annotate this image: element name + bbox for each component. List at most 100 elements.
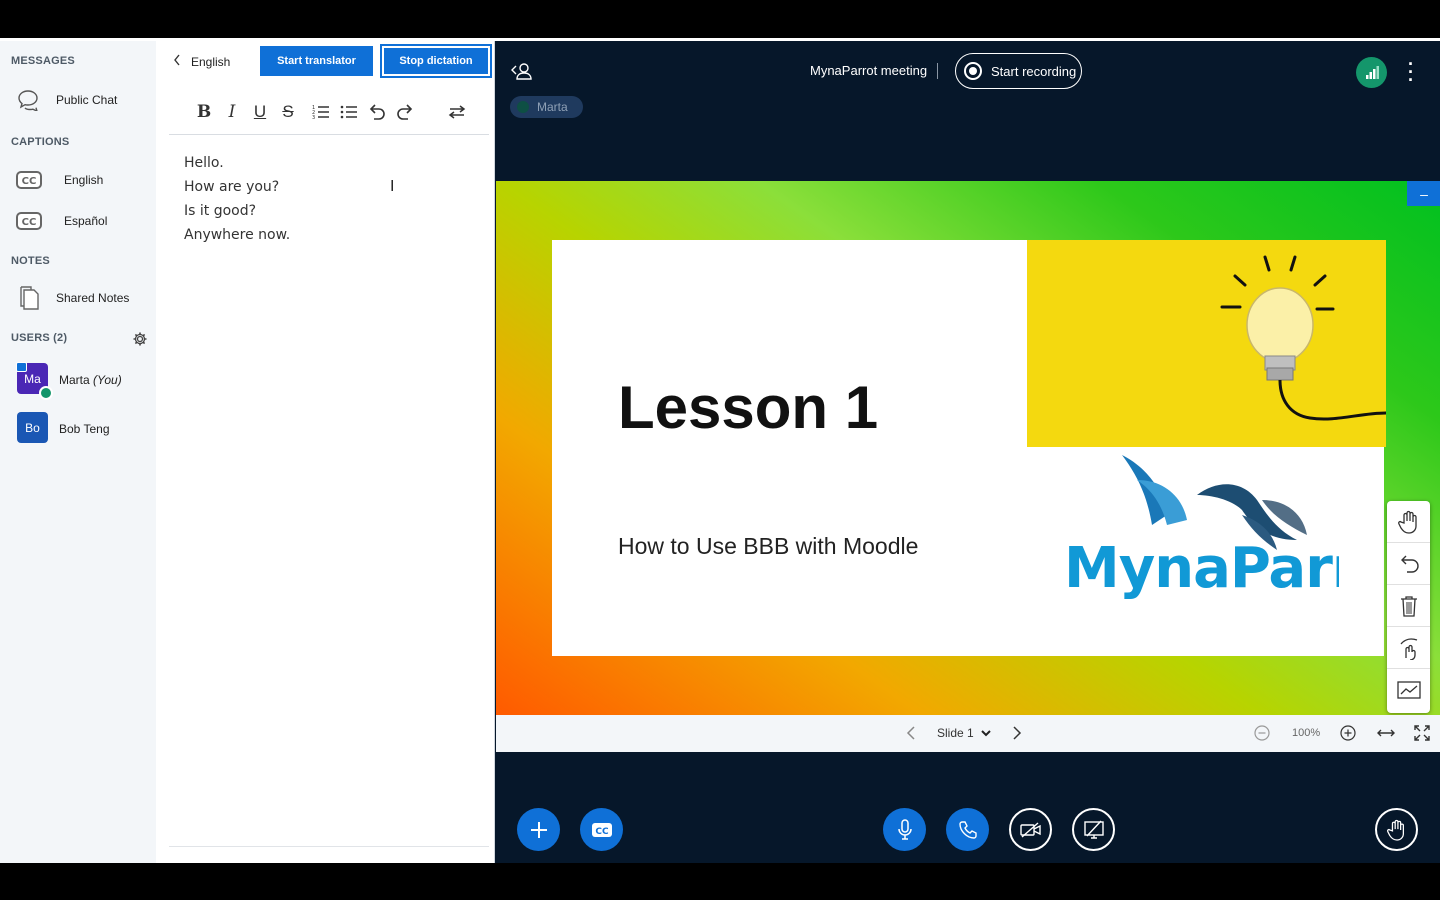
start-translator-button[interactable]: Start translator <box>260 46 373 76</box>
avatar: Bo <box>17 412 48 443</box>
phone-button[interactable] <box>946 808 989 851</box>
sidebar-item-shared-notes[interactable]: Shared Notes <box>0 281 156 315</box>
you-suffix: (You) <box>93 373 122 387</box>
editor-footer-divider <box>169 846 489 847</box>
avatar-initials: Ma <box>24 371 41 386</box>
svg-text:CC: CC <box>595 827 609 837</box>
ordered-list-icon[interactable]: 123 <box>309 100 333 124</box>
microphone-button[interactable] <box>883 808 926 851</box>
lightbulb-icon <box>1220 255 1386 421</box>
lightbulb-image <box>1027 240 1386 447</box>
previous-slide-icon[interactable] <box>906 725 916 744</box>
hand-tool-icon[interactable] <box>1387 501 1430 543</box>
shared-notes-label: Shared Notes <box>56 291 130 305</box>
record-label: Start recording <box>991 64 1077 79</box>
hand-icon <box>1386 819 1404 841</box>
camera-button[interactable] <box>1009 808 1052 851</box>
whiteboard-icon[interactable] <box>1387 669 1430 711</box>
plus-icon <box>530 821 547 838</box>
slide-select[interactable]: Slide 1 <box>937 726 991 740</box>
svg-text:CC: CC <box>22 176 37 187</box>
minimize-presentation-button[interactable]: – <box>1407 181 1440 206</box>
fit-width-icon[interactable] <box>1377 725 1395 744</box>
editor-line: How are you? <box>184 179 280 195</box>
sidebar-item-caption-espanol[interactable]: CC Español <box>0 204 156 238</box>
slide-controls-bar: Slide 1 100% <box>496 715 1440 752</box>
zoom-level: 100% <box>1292 727 1321 739</box>
slide-subtitle: How to Use BBB with Moodle <box>618 533 919 559</box>
captions-notes-panel: English Start translator Stop dictation … <box>156 41 495 863</box>
gear-icon[interactable] <box>132 331 148 347</box>
swap-icon[interactable] <box>445 100 469 124</box>
meeting-title: MynaParrot meeting <box>810 63 928 78</box>
italic-icon[interactable]: I <box>220 100 244 124</box>
svg-text:CC: CC <box>22 217 37 228</box>
messages-title: MESSAGES <box>11 55 75 67</box>
microphone-icon <box>39 386 53 400</box>
bold-icon[interactable]: B <box>192 100 216 124</box>
bullet-list-icon[interactable] <box>337 100 361 124</box>
notes-title: NOTES <box>11 255 50 267</box>
captions-title: CAPTIONS <box>11 136 70 148</box>
undo-annotation-icon[interactable] <box>1387 543 1430 585</box>
back-button[interactable]: English <box>173 54 230 69</box>
strikethrough-icon[interactable]: S <box>276 100 300 124</box>
connection-status-button[interactable] <box>1356 57 1387 88</box>
users-toggle-icon[interactable] <box>511 61 533 81</box>
annotation-toolbar <box>1387 501 1430 713</box>
caption-espanol-label: Español <box>64 214 108 228</box>
document-icon <box>16 286 42 310</box>
main-presentation-area: MynaParrot meeting Start recording · · · M… <box>495 41 1440 863</box>
captions-button[interactable]: CC <box>580 808 623 851</box>
zoom-in-icon[interactable] <box>1340 725 1356 744</box>
presentation-slide: – Lesson 1 How to Use BBB with Moodle My… <box>496 181 1440 715</box>
users-title: USERS (2) <box>11 332 68 344</box>
notes-editor[interactable]: Hello. How are you? Is it good? Anywhere… <box>184 151 290 247</box>
chat-icon <box>16 89 42 111</box>
user-item-bob[interactable]: Bo Bob Teng <box>0 409 156 449</box>
trash-icon[interactable] <box>1387 585 1430 627</box>
caption-english-label: English <box>64 173 104 187</box>
public-chat-label: Public Chat <box>56 93 118 107</box>
slide-content: Lesson 1 How to Use BBB with Moodle Myna… <box>552 240 1386 656</box>
user-name: Marta <box>59 373 90 387</box>
user-name: Bob Teng <box>59 422 110 436</box>
editor-line: Anywhere now. <box>184 227 291 243</box>
video-off-icon <box>1019 821 1041 838</box>
sidebar-item-caption-english[interactable]: CC English <box>0 163 156 197</box>
text-cursor-icon: I <box>390 178 395 195</box>
next-slide-icon[interactable] <box>1012 725 1022 744</box>
screenshare-off-icon <box>1083 820 1104 839</box>
zoom-out-icon[interactable] <box>1254 725 1270 744</box>
phone-icon <box>958 820 977 839</box>
microphone-icon <box>897 818 912 840</box>
more-options-icon[interactable]: · · · <box>1407 55 1415 89</box>
title-separator <box>937 63 938 79</box>
user-item-marta[interactable]: Ma Marta (You) <box>0 359 156 400</box>
underline-icon[interactable]: U <box>248 100 272 124</box>
undo-icon[interactable] <box>365 100 389 124</box>
editor-line: Is it good? <box>184 203 257 219</box>
editor-line: Hello. <box>184 155 224 171</box>
slide-label: Slide 1 <box>937 726 974 740</box>
left-sidebar: MESSAGES Public Chat CAPTIONS CC English… <box>0 41 156 863</box>
back-label: English <box>191 54 231 69</box>
fullscreen-icon[interactable] <box>1414 725 1430 744</box>
screenshare-button[interactable] <box>1072 808 1115 851</box>
redo-icon[interactable] <box>393 100 417 124</box>
slide-title: Lesson 1 <box>618 374 879 441</box>
talking-indicator: Marta <box>510 96 583 118</box>
chevron-left-icon <box>173 54 181 69</box>
closed-caption-icon: CC <box>591 822 612 837</box>
closed-caption-icon: CC <box>16 169 42 191</box>
raise-hand-button[interactable] <box>1375 808 1418 851</box>
start-recording-button[interactable]: Start recording <box>955 53 1082 89</box>
sidebar-item-public-chat[interactable]: Public Chat <box>0 83 156 117</box>
talking-dot <box>517 101 529 113</box>
actions-plus-button[interactable] <box>517 808 560 851</box>
signal-bars-icon <box>1366 66 1379 79</box>
multi-user-pointer-icon[interactable] <box>1387 627 1430 669</box>
browser-top-bar <box>0 0 1440 38</box>
stop-dictation-button[interactable]: Stop dictation <box>380 44 492 78</box>
browser-bottom-bar <box>0 863 1440 900</box>
